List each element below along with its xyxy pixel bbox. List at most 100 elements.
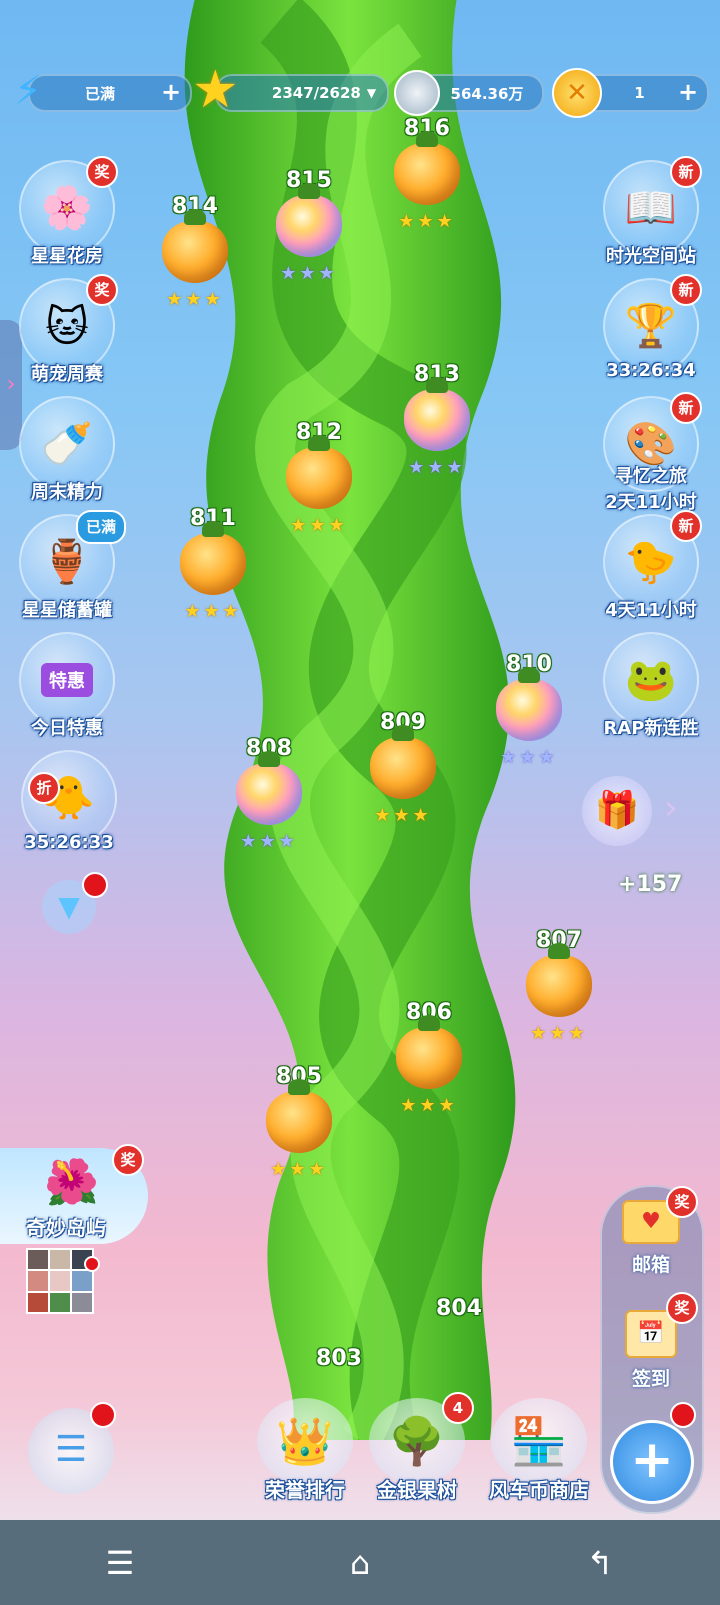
honor-rank-button[interactable]: 👑 荣誉排行 <box>250 1398 360 1503</box>
left-menu-label: 星星花房 <box>31 246 103 267</box>
avatar <box>28 1271 48 1291</box>
home-icon[interactable]: ⌂ <box>320 1544 400 1582</box>
level-stars: ★★★ <box>408 457 466 478</box>
left-menu-label: 星星储蓄罐 <box>22 600 112 621</box>
avatar <box>50 1292 70 1312</box>
back-icon[interactable]: ↰ <box>560 1544 640 1582</box>
right-menu-trophy[interactable]: 🏆 33:26:34 新 <box>596 274 706 381</box>
stars-value: 2347/2628 <box>271 84 361 102</box>
fruit-icon <box>286 435 352 509</box>
bottom-label: 金银果树 <box>377 1478 457 1502</box>
new-badge: 新 <box>670 510 702 542</box>
level-node-815[interactable]: 815 ★★★ <box>264 168 354 284</box>
money-tree-button[interactable]: 🌳 金银果树 4 <box>362 1392 474 1503</box>
bottom-label: 荣誉排行 <box>265 1478 345 1502</box>
notification-dot <box>84 1256 100 1272</box>
level-node-811[interactable]: 811 ★★★ <box>168 506 258 622</box>
level-node-812[interactable]: 812 ★★★ <box>274 420 364 536</box>
left-menu-daily-deal[interactable]: 特惠 今日特惠 <box>12 632 122 740</box>
right-menu-chick-event[interactable]: 🐤 4天11小时 新 <box>596 510 706 622</box>
right-menu-label: 时光空间站 <box>606 246 696 267</box>
star-icon: ★ <box>192 60 239 120</box>
level-node-809[interactable]: 809 ★★★ <box>358 710 448 826</box>
level-node-816[interactable]: 816 ★★★ <box>382 116 472 232</box>
sale-sign-text: 特惠 <box>41 663 93 697</box>
level-stars: ★★★ <box>400 1095 458 1116</box>
more-plus-button[interactable]: + <box>610 1420 694 1504</box>
list-icon: ☰ <box>54 1429 88 1470</box>
right-menu-frog-rap[interactable]: 🐸 RAP新连胜 <box>596 632 706 740</box>
dropdown-icon[interactable]: ▼ <box>367 86 376 100</box>
left-menu-star-jar[interactable]: 🏺 星星储蓄罐 已满 <box>12 510 126 622</box>
level-node-814[interactable]: 814 ★★★ <box>150 194 240 310</box>
energy-plus-icon[interactable]: + <box>158 79 184 105</box>
avatar <box>50 1271 70 1291</box>
rainbow-fruit-icon <box>276 183 342 257</box>
level-number: 803 <box>316 1346 362 1371</box>
friends-avatar-grid[interactable] <box>26 1248 94 1314</box>
discount-badge: 折 <box>28 772 60 804</box>
left-menu-label: 萌宠周赛 <box>31 364 103 385</box>
level-stars: ★★★ <box>500 747 558 768</box>
level-stars: ★★★ <box>166 289 224 310</box>
island-label: 奇妙岛屿 <box>26 1216 106 1240</box>
level-node-807[interactable]: 807 ★★★ <box>514 928 604 1044</box>
left-menu-label: 今日特惠 <box>31 718 103 739</box>
level-node-804[interactable]: 804 <box>414 1296 504 1321</box>
fruit-icon <box>526 943 592 1017</box>
level-node-810[interactable]: 810 ★★★ <box>484 652 574 768</box>
crown-icon: 👑 <box>257 1398 353 1484</box>
level-stars: ★★★ <box>240 831 298 852</box>
left-menu-weekend-energy[interactable]: 🍼 周末精力 <box>12 396 122 504</box>
stars-bar[interactable]: 2347/2628 ▼ <box>215 74 389 112</box>
count-badge: 4 <box>442 1392 474 1424</box>
right-menu-memory-journey[interactable]: 🎨 寻忆之旅 2天11小时 新 <box>596 392 706 514</box>
right-menu-time-station[interactable]: 📖 时光空间站 新 <box>596 156 706 268</box>
reward-badge: 奖 <box>86 156 118 188</box>
right-menu-label: RAP新连胜 <box>603 718 699 739</box>
bottom-label: 风车币商店 <box>489 1478 589 1502</box>
system-nav-bar: ☰ ⌂ ↰ <box>0 1520 720 1605</box>
left-menu-pet-weekly[interactable]: 🐱 萌宠周赛 奖 <box>12 274 122 386</box>
recent-apps-icon[interactable]: ☰ <box>80 1544 160 1582</box>
fruit-icon <box>266 1079 332 1153</box>
notification-dot <box>670 1402 696 1428</box>
left-menu-discount-timer[interactable]: 🐥 35:26:33 折 <box>14 750 124 853</box>
level-node-808[interactable]: 808 ★★★ <box>224 736 314 852</box>
avatar <box>28 1292 48 1312</box>
level-node-803[interactable]: 803 <box>294 1346 384 1371</box>
full-badge: 已满 <box>75 510 126 544</box>
reward-badge: 奖 <box>112 1144 144 1176</box>
level-node-806[interactable]: 806 ★★★ <box>384 1000 474 1116</box>
new-badge: 新 <box>670 156 702 188</box>
checkin-reward-badge: 奖 <box>666 1292 698 1324</box>
level-stars: ★★★ <box>280 263 338 284</box>
windmill-shop-button[interactable]: 🏪 风车币商店 <box>474 1398 604 1503</box>
mail-label: 邮箱 <box>631 1254 670 1276</box>
avatar <box>50 1250 70 1270</box>
plus-icon: + <box>630 1430 674 1490</box>
left-menu-flower-house[interactable]: 🌸 星星花房 奖 <box>12 156 122 268</box>
level-stars: ★★★ <box>184 601 242 622</box>
left-menu-label: 周末精力 <box>31 482 103 503</box>
chevron-right-icon[interactable]: › <box>664 788 678 828</box>
new-badge: 新 <box>670 274 702 306</box>
fruit-icon <box>396 1015 462 1089</box>
level-stars: ★★★ <box>398 211 456 232</box>
silver-coin-icon <box>394 70 440 116</box>
level-stars: ★★★ <box>270 1159 328 1180</box>
gift-bubble-button[interactable]: 🎁 <box>582 776 652 846</box>
tokens-value: 1 <box>634 84 645 102</box>
level-node-813[interactable]: 813 ★★★ <box>392 362 482 478</box>
tokens-plus-icon[interactable]: + <box>675 79 701 105</box>
level-node-805[interactable]: 805 ★★★ <box>254 1064 344 1180</box>
avatar <box>72 1292 92 1312</box>
fruit-icon <box>394 131 460 205</box>
notification-dot <box>90 1402 116 1428</box>
energy-bar[interactable]: 已满 + <box>28 74 192 112</box>
level-stars: ★★★ <box>530 1023 588 1044</box>
level-number: 804 <box>436 1296 482 1321</box>
lightning-icon: ⚡ <box>14 68 43 114</box>
avatar <box>72 1271 92 1291</box>
trophy-timer-text: 33:26:34 <box>606 360 696 381</box>
